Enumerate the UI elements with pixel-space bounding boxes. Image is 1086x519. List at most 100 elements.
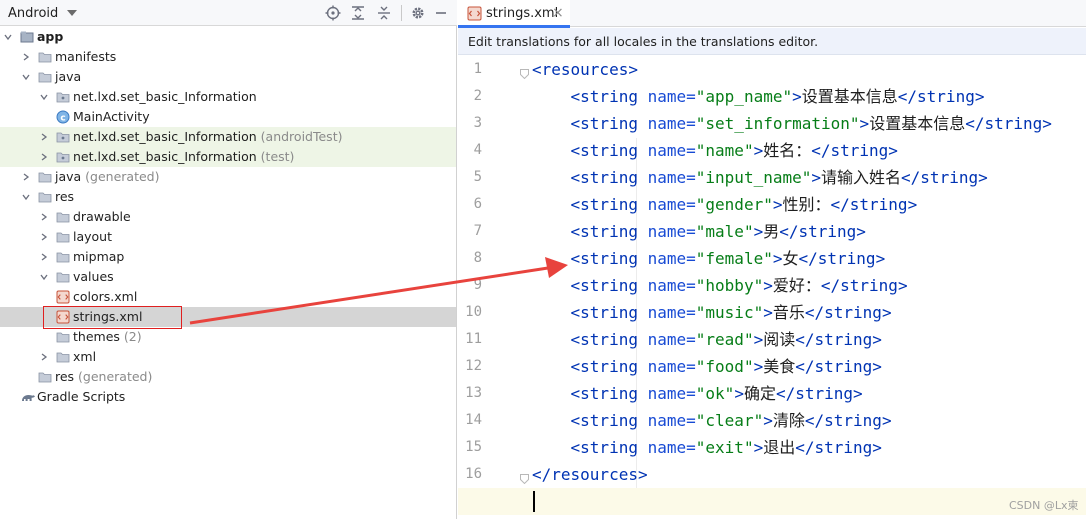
tab-strings-xml[interactable]: strings.xml × xyxy=(458,0,570,28)
code-token: > xyxy=(811,168,822,187)
minimize-icon[interactable] xyxy=(432,4,450,22)
code-line-string: <string name="name">姓名：</string> xyxy=(532,137,898,164)
code-token: <string xyxy=(570,195,638,214)
string-value: 姓名： xyxy=(763,141,812,160)
watermark: CSDN @Lx柬 xyxy=(1009,499,1079,512)
tree-item-suffix: (generated) xyxy=(74,369,153,384)
tree-item-label: net.lxd.set_basic_Information xyxy=(73,89,257,105)
string-name: app_name xyxy=(705,87,783,106)
view-selector[interactable]: Android xyxy=(8,4,78,22)
tree-item-text: net.lxd.set_basic_Information xyxy=(73,149,257,164)
tree-item-text: manifests xyxy=(55,49,117,64)
tree-item-net-lxd-set-basic-information[interactable]: net.lxd.set_basic_Information xyxy=(0,87,456,107)
tree-item-app[interactable]: app xyxy=(0,27,456,47)
tree-item-label: mipmap xyxy=(73,249,124,265)
chevron-right-icon[interactable] xyxy=(22,53,30,61)
chevron-right-icon[interactable] xyxy=(40,233,48,241)
line-number: 7 xyxy=(473,223,482,239)
line-number-gutter: 1234567891011121314151617 xyxy=(458,56,529,519)
line-number: 1 xyxy=(473,61,482,77)
tree-item-java[interactable]: java (generated) xyxy=(0,167,456,187)
code-token: name= xyxy=(637,411,696,430)
code-token: </string> xyxy=(830,195,918,214)
tree-item-gradle-scripts[interactable]: Gradle Scripts xyxy=(0,387,456,407)
tree-item-label: themes (2) xyxy=(73,329,142,345)
tree-item-text: xml xyxy=(73,349,97,364)
code-token: " xyxy=(743,222,754,241)
locate-icon[interactable] xyxy=(324,4,342,22)
string-value: 请输入姓名 xyxy=(821,168,902,187)
chevron-right-icon[interactable] xyxy=(40,353,48,361)
tree-item-themes[interactable]: themes (2) xyxy=(0,327,456,347)
chevron-down-icon[interactable] xyxy=(22,193,30,201)
gear-icon[interactable] xyxy=(409,4,427,22)
tree-item-xml[interactable]: xml xyxy=(0,347,456,367)
chevron-right-icon[interactable] xyxy=(40,133,48,141)
code-token: > xyxy=(753,357,764,376)
code-line-string: <string name="app_name">设置基本信息</string> xyxy=(532,83,985,110)
folder-icon xyxy=(38,170,52,184)
module-icon xyxy=(20,30,34,44)
chevron-right-icon[interactable] xyxy=(40,153,48,161)
tree-item-text: mipmap xyxy=(73,249,125,264)
tree-item-label: layout xyxy=(73,229,112,245)
code-token: name= xyxy=(637,195,696,214)
line-number: 5 xyxy=(473,169,482,185)
chevron-down-icon[interactable] xyxy=(40,273,48,281)
tab-label: strings.xml xyxy=(486,6,559,21)
chevron-right-icon[interactable] xyxy=(40,253,48,261)
line-number: 8 xyxy=(473,250,482,266)
tree-item-res[interactable]: res xyxy=(0,187,456,207)
close-icon[interactable]: × xyxy=(552,5,564,21)
tree-item-text: strings.xml xyxy=(73,309,143,324)
toolbar-divider xyxy=(401,5,402,21)
tree-item-label: drawable xyxy=(73,209,131,225)
collapse-all-icon[interactable] xyxy=(375,4,393,22)
class-icon: c xyxy=(56,110,70,124)
string-value: 设置基本信息 xyxy=(869,114,966,133)
tree-item-colors-xml[interactable]: colors.xml xyxy=(0,287,456,307)
tree-item-layout[interactable]: layout xyxy=(0,227,456,247)
tree-item-text: res xyxy=(55,369,75,384)
tree-item-mainactivity[interactable]: c MainActivity xyxy=(0,107,456,127)
line-number: 13 xyxy=(465,385,482,401)
chevron-down-icon[interactable] xyxy=(40,93,48,101)
code-token: " xyxy=(849,114,860,133)
code-token: </string> xyxy=(901,168,988,187)
tree-item-net-lxd-set-basic-information[interactable]: net.lxd.set_basic_Information (test) xyxy=(0,147,456,167)
line-number: 3 xyxy=(473,115,482,131)
code-token: > xyxy=(792,87,802,106)
tree-item-mipmap[interactable]: mipmap xyxy=(0,247,456,267)
chevron-right-icon[interactable] xyxy=(40,213,48,221)
chevron-down-icon[interactable] xyxy=(4,33,12,41)
code-token: " xyxy=(695,195,706,214)
tree-item-values[interactable]: values xyxy=(0,267,456,287)
tree-item-text: res xyxy=(55,189,75,204)
tree-item-drawable[interactable]: drawable xyxy=(0,207,456,227)
string-name: name xyxy=(705,141,744,160)
code-token: </string> xyxy=(795,357,882,376)
tree-item-java[interactable]: java xyxy=(0,67,456,87)
tree-item-manifests[interactable]: manifests xyxy=(0,47,456,67)
line-number: 16 xyxy=(465,466,482,482)
xml-file-icon xyxy=(56,310,70,324)
string-name: exit xyxy=(705,438,744,457)
code-area[interactable]: <resources> <string name="app_name">设置基本… xyxy=(458,56,1086,519)
code-token: </string> xyxy=(965,114,1052,133)
tree-item-strings-xml[interactable]: strings.xml xyxy=(0,307,456,327)
code-line-string: <string name="music">音乐</string> xyxy=(532,299,892,326)
line-number: 10 xyxy=(465,304,482,320)
tree-item-res[interactable]: res (generated) xyxy=(0,367,456,387)
chevron-down-icon[interactable] xyxy=(22,73,30,81)
expand-all-icon[interactable] xyxy=(349,4,367,22)
folder-icon xyxy=(56,330,70,344)
tree-item-net-lxd-set-basic-information[interactable]: net.lxd.set_basic_Information (androidTe… xyxy=(0,127,456,147)
code-token: <string xyxy=(570,168,638,187)
chevron-right-icon[interactable] xyxy=(22,173,30,181)
